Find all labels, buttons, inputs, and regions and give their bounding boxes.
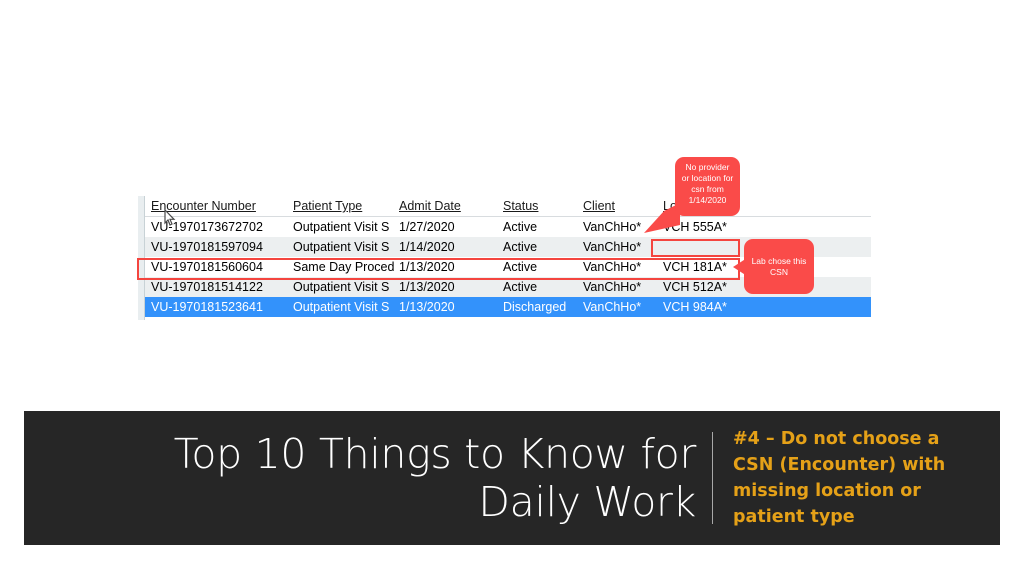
mouse-cursor-icon (164, 208, 176, 227)
title-divider (712, 432, 713, 524)
table-row[interactable]: VU-1970173672702 Outpatient Visit S 1/27… (145, 217, 871, 237)
callout-no-provider: No provider or location for csn from 1/1… (675, 157, 740, 216)
column-header-admit-date[interactable]: Admit Date (399, 196, 481, 217)
table-header-row: Encounter Number Patient Type Admit Date… (145, 196, 871, 217)
cell-encounter-number: VU-1970181523641 (151, 300, 263, 314)
cell-patient-type: Outpatient Visit S (293, 300, 390, 314)
annotation-box-selected-encounter (137, 258, 740, 280)
cell-status: Active (503, 240, 538, 254)
callout-no-provider-text: No provider or location for csn from 1/1… (681, 162, 734, 205)
callout-lab-chose-text: Lab chose this CSN (751, 255, 807, 277)
annotation-box-missing-location (651, 239, 740, 257)
column-header-patient-type[interactable]: Patient Type (293, 196, 398, 217)
slide-canvas: Encounter Number Patient Type Admit Date… (0, 0, 1024, 576)
cell-client: VanChHo* (583, 300, 642, 314)
cell-admit-date: 1/13/2020 (399, 300, 455, 314)
cell-location: VCH 984A* (663, 300, 727, 314)
cell-admit-date: 1/13/2020 (399, 280, 455, 294)
cell-status: Discharged (503, 300, 567, 314)
cell-admit-date: 1/27/2020 (399, 220, 455, 234)
cell-patient-type: Outpatient Visit S (293, 240, 390, 254)
cell-patient-type: Outpatient Visit S (293, 280, 390, 294)
slide-title: Top 10 Things to Know for Daily Work (173, 430, 697, 526)
cell-client: VanChHo* (583, 280, 642, 294)
slide-title-bar: Top 10 Things to Know for Daily Work #4 … (24, 411, 1000, 545)
cell-admit-date: 1/14/2020 (399, 240, 455, 254)
cell-status: Active (503, 220, 538, 234)
cell-patient-type: Outpatient Visit S (293, 220, 390, 234)
cell-encounter-number: VU-1970181514122 (151, 280, 263, 294)
table-row-selected[interactable]: VU-1970181523641 Outpatient Visit S 1/13… (145, 297, 871, 317)
cell-status: Active (503, 280, 538, 294)
callout-lab-chose: Lab chose this CSN (744, 239, 814, 294)
header-separator (145, 216, 871, 217)
cell-encounter-number: VU-1970181597094 (151, 240, 263, 254)
slide-subtitle: #4 – Do not choose a CSN (Encounter) wit… (733, 429, 946, 527)
column-header-status[interactable]: Status (503, 196, 588, 217)
